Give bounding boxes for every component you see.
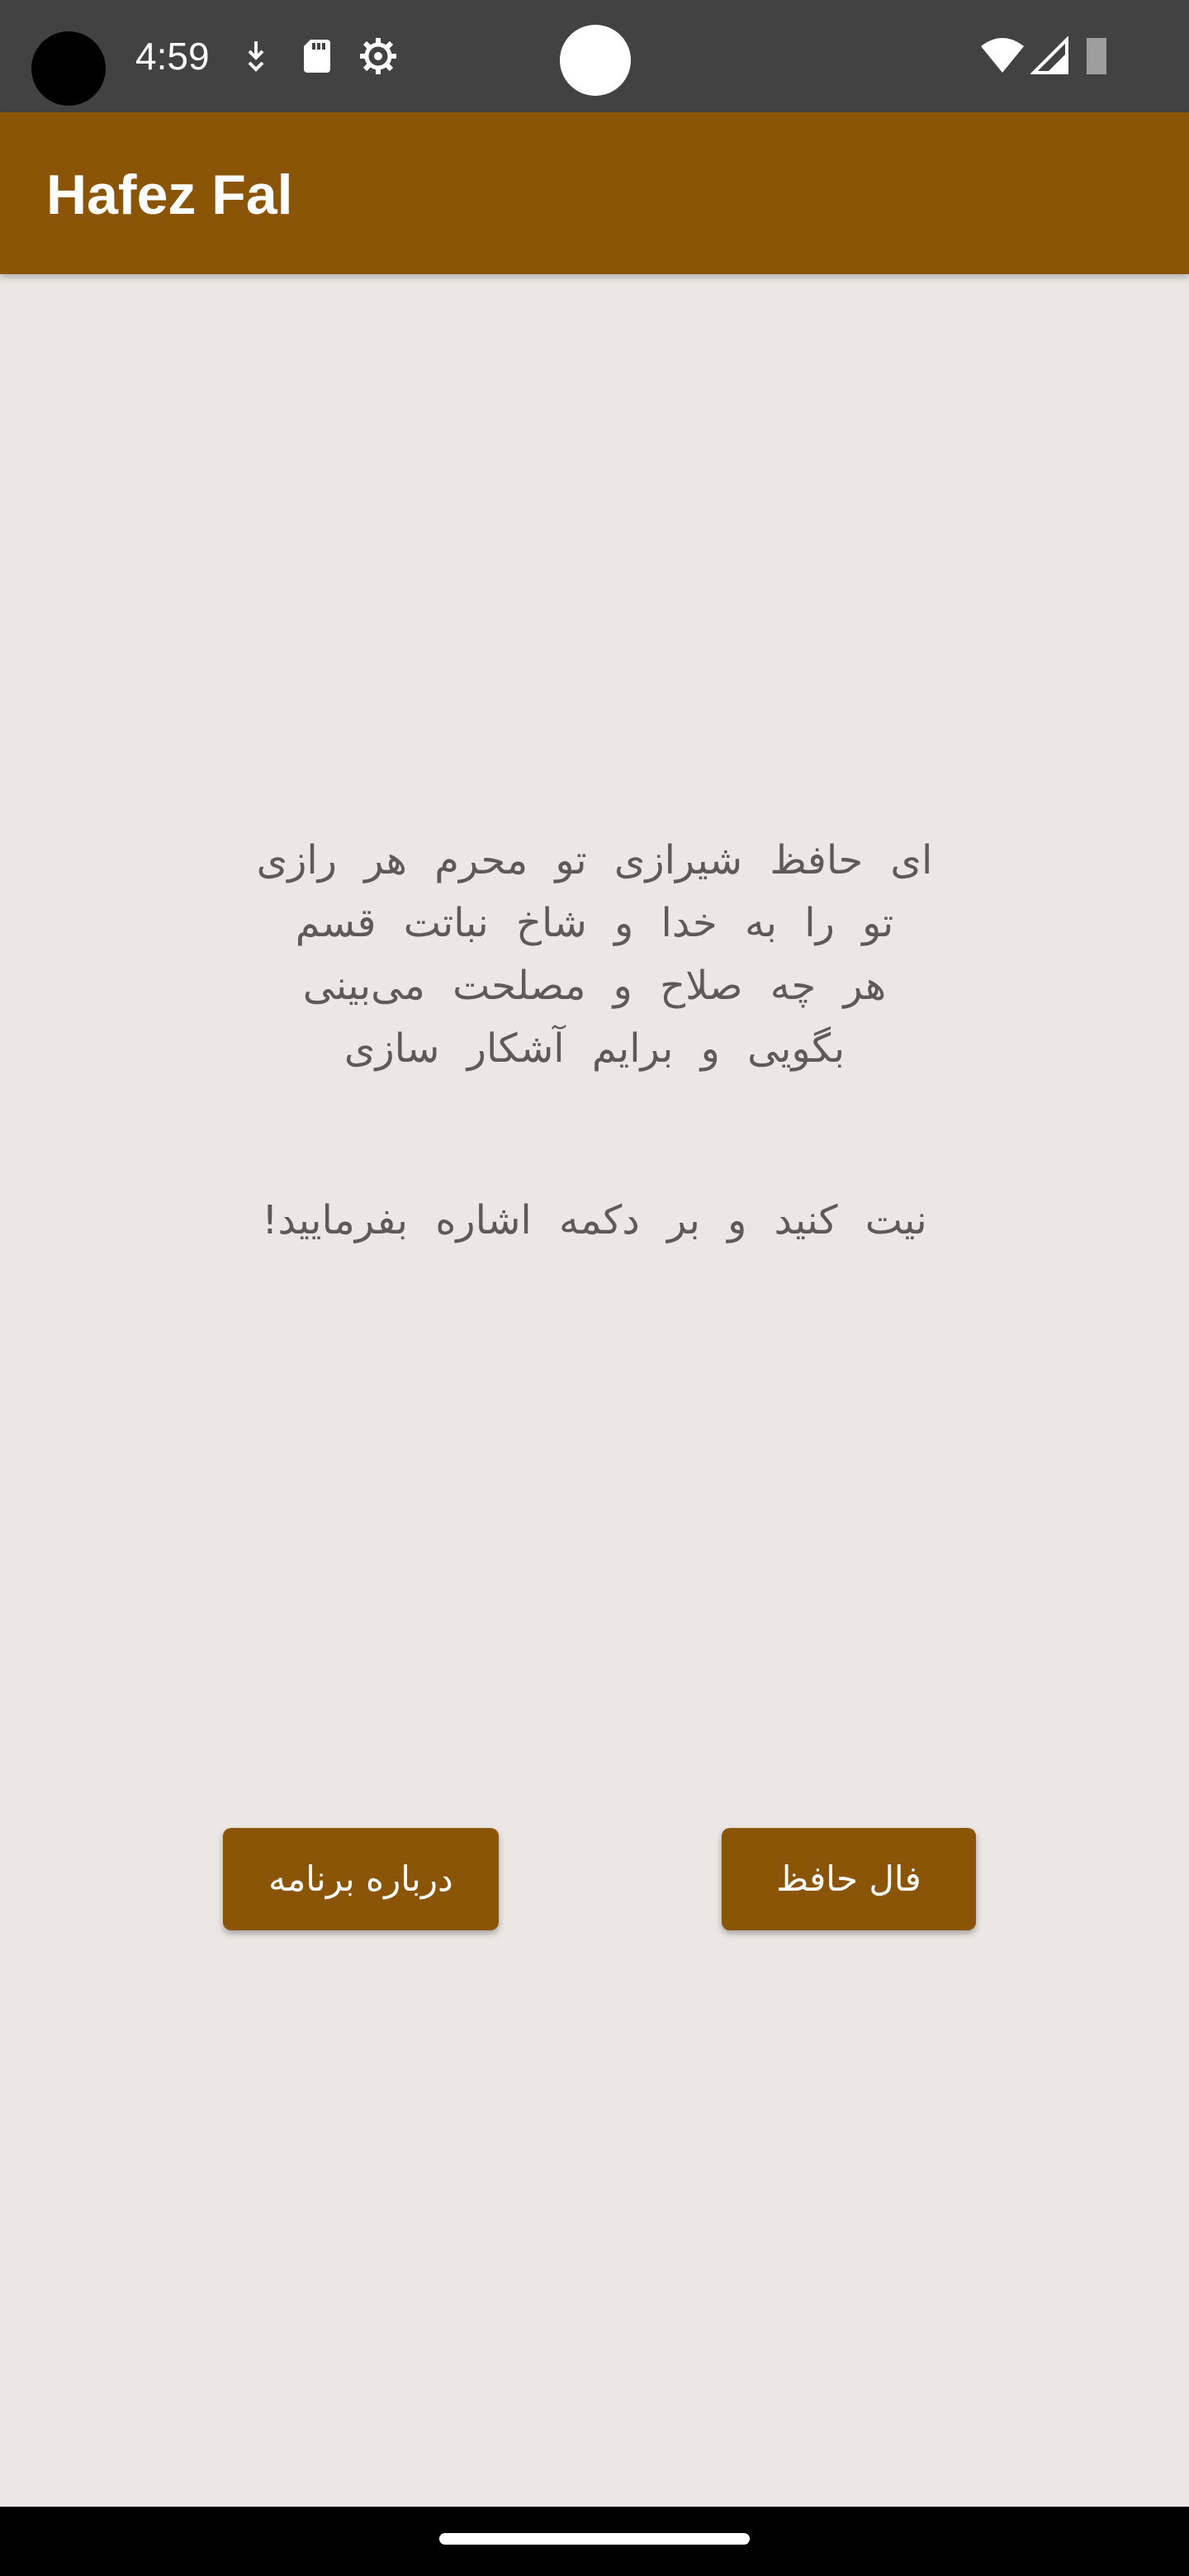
download-icon bbox=[248, 41, 264, 72]
poem-line: تو را به خدا و شاخ نباتت قسم bbox=[295, 900, 894, 946]
settings-gear-icon bbox=[360, 38, 396, 74]
poem-line: هر چه صلاح و مصلحت می‌بینی bbox=[302, 963, 887, 1009]
instruction-text: نیت کنید و بر دکمه اشاره بفرمایید! bbox=[262, 1197, 927, 1243]
signal-icon bbox=[1030, 36, 1068, 74]
camera-cutout bbox=[31, 31, 106, 106]
hafez-fal-button[interactable]: فال حافظ bbox=[722, 1828, 976, 1930]
app-title: Hafez Fal bbox=[46, 163, 293, 226]
status-time: 4:59 bbox=[135, 35, 210, 78]
battery-icon bbox=[1087, 38, 1106, 74]
poem-line: بگویی و برایم آشکار سازی bbox=[343, 1025, 846, 1072]
status-dot-indicator bbox=[560, 25, 631, 96]
app-bar: Hafez Fal bbox=[0, 112, 1189, 274]
home-indicator[interactable] bbox=[439, 2533, 750, 2545]
wifi-icon bbox=[981, 38, 1024, 73]
navigation-bar bbox=[0, 2507, 1189, 2576]
poem-line: ای حافظ شیرازی تو محرم هر رازی bbox=[256, 837, 933, 883]
poem-text: ای حافظ شیرازی تو محرم هر رازی تو را به … bbox=[182, 829, 1007, 1080]
about-app-button[interactable]: درباره برنامه bbox=[223, 1828, 499, 1930]
status-bar: 4:59 bbox=[0, 0, 1189, 112]
sd-card-icon bbox=[304, 40, 330, 73]
